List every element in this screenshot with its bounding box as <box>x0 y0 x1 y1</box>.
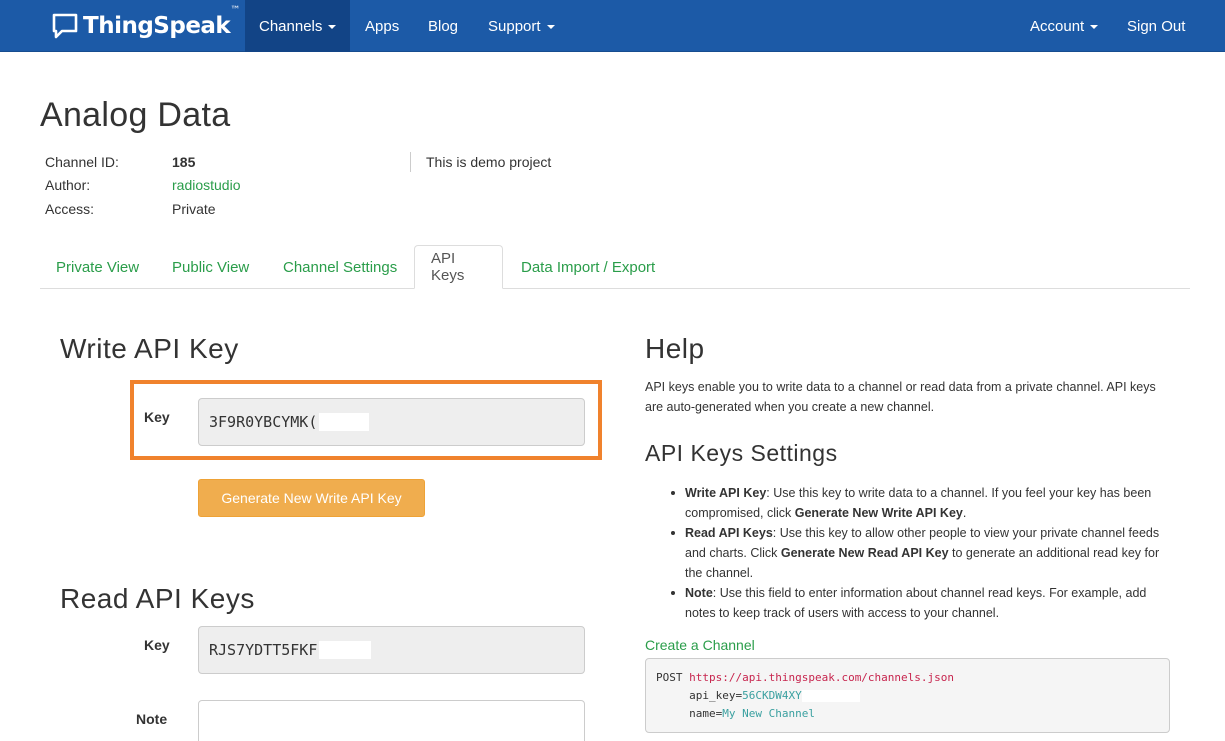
list-item: Write API Key: Use this key to write dat… <box>645 483 1170 523</box>
speech-bubble-icon <box>52 13 78 39</box>
access-value: Private <box>172 201 216 217</box>
redaction-mask <box>319 641 372 659</box>
write-api-key-title: Write API Key <box>60 333 239 364</box>
list-item: Read API Keys: Use this key to allow oth… <box>645 523 1170 583</box>
tab-channel-settings[interactable]: Channel Settings <box>267 245 413 289</box>
meta-divider <box>410 152 411 172</box>
help-text: API keys enable you to write data to a c… <box>645 380 1156 414</box>
nav-channels[interactable]: Channels <box>245 0 351 52</box>
api-keys-settings-title: API Keys Settings <box>645 440 838 466</box>
help-bullets: Write API Key: Use this key to write dat… <box>645 483 1170 623</box>
caret-down-icon <box>1090 25 1099 29</box>
list-item: Note: Use this field to enter informatio… <box>645 583 1170 623</box>
read-key-label: Key <box>144 637 170 653</box>
page-title: Analog Data <box>40 96 231 134</box>
author-label: Author: <box>45 177 91 193</box>
tab-private-view[interactable]: Private View <box>40 245 155 289</box>
nav-sign-out[interactable]: Sign Out <box>1113 0 1199 52</box>
tab-data-import-export[interactable]: Data Import / Export <box>505 245 671 289</box>
redaction-mask <box>319 413 370 431</box>
nav-support[interactable]: Support <box>474 0 569 52</box>
read-api-keys-title: Read API Keys <box>60 583 255 614</box>
read-api-key-field[interactable]: RJS7YDTT5FKF <box>198 626 585 674</box>
write-key-label: Key <box>144 409 170 425</box>
note-label: Note <box>136 711 168 727</box>
caret-down-icon <box>546 25 555 29</box>
channel-id-label: Channel ID: <box>45 154 119 170</box>
nav-apps[interactable]: Apps <box>351 0 413 52</box>
note-field[interactable] <box>198 700 585 741</box>
caret-down-icon <box>328 25 337 29</box>
redaction-mask <box>801 690 860 702</box>
nav-blog[interactable]: Blog <box>414 0 472 52</box>
author-link[interactable]: radiostudio <box>172 177 241 193</box>
brand-logo[interactable]: ThingSpeak™ <box>52 5 240 42</box>
channel-id-value: 185 <box>172 154 196 170</box>
generate-write-key-button[interactable]: Generate New Write API Key <box>198 479 425 517</box>
brand-name: ThingSpeak™ <box>83 5 240 39</box>
nav-account[interactable]: Account <box>1016 0 1112 52</box>
tab-public-view[interactable]: Public View <box>156 245 265 289</box>
write-api-key-field[interactable]: 3F9R0YBCYMK( <box>198 398 585 446</box>
access-label: Access: <box>45 201 95 217</box>
tab-api-keys[interactable]: API Keys <box>414 245 503 289</box>
create-channel-link[interactable]: Create a Channel <box>645 637 755 653</box>
top-navbar: ThingSpeak™ Channels Apps Blog Support A… <box>0 0 1225 52</box>
code-example: POST https://api.thingspeak.com/channels… <box>645 658 1170 733</box>
channel-description: This is demo project <box>426 154 552 170</box>
help-title: Help <box>645 333 705 364</box>
